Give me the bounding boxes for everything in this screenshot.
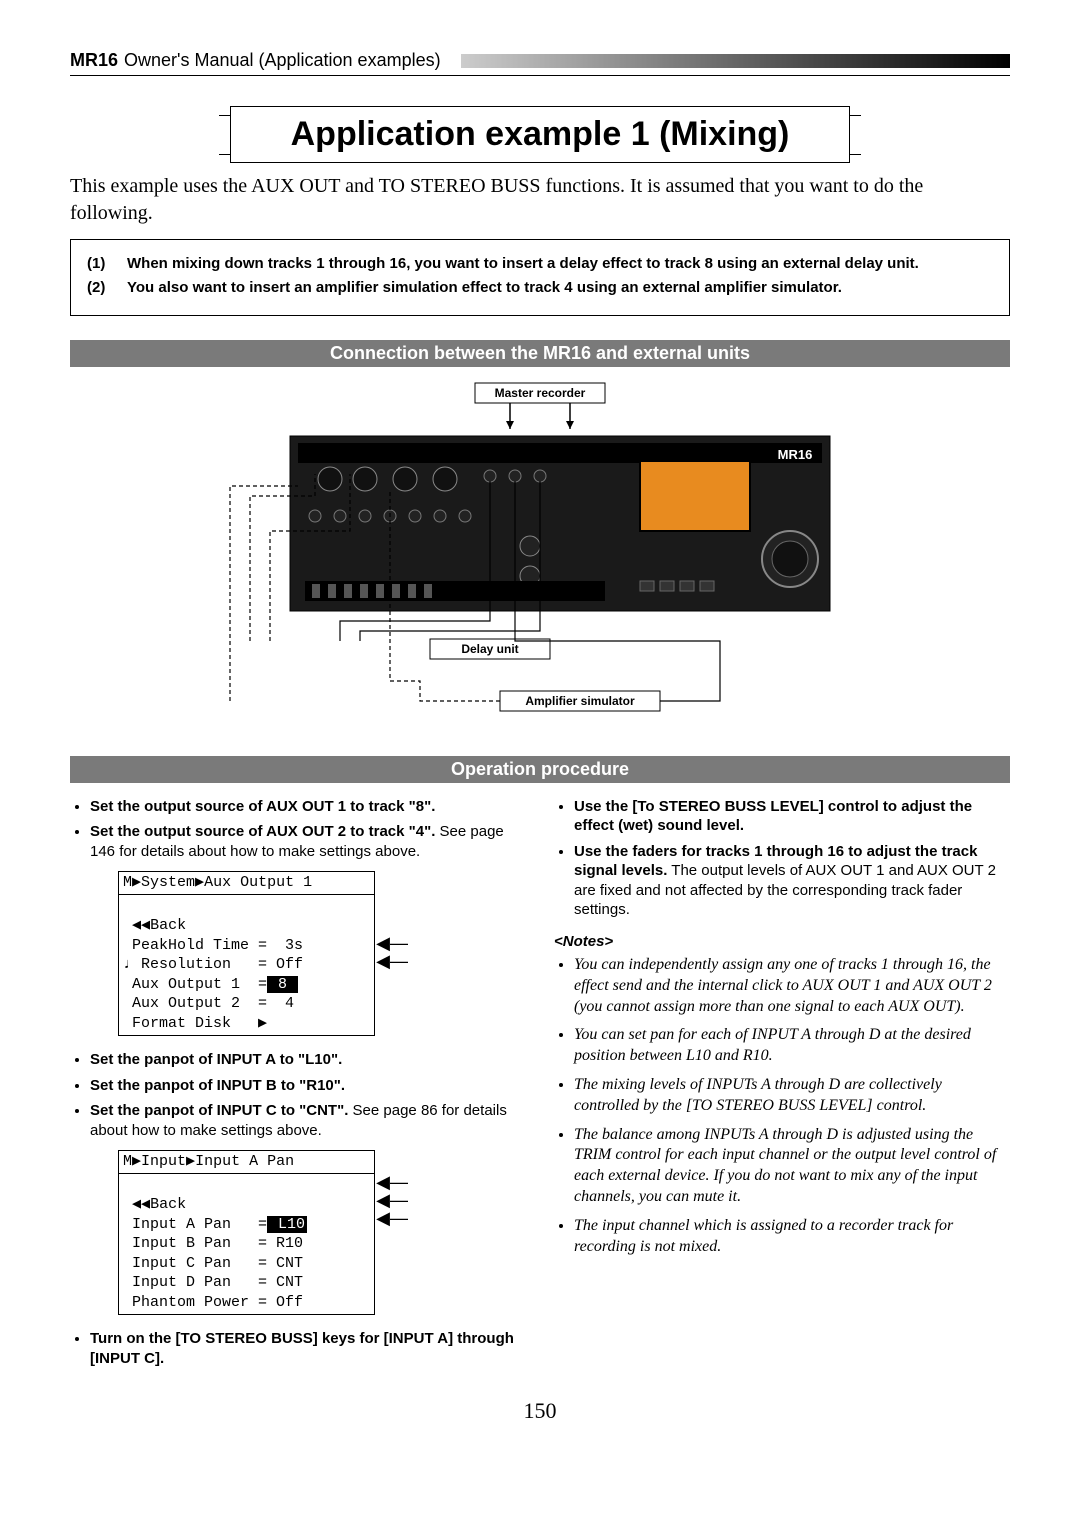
proc-item: Set the panpot of INPUT C to "CNT". See … — [90, 1101, 526, 1140]
proc-item: Set the panpot of INPUT A to "L10". — [90, 1050, 526, 1070]
assumption-2: (2) You also want to insert an amplifier… — [87, 278, 993, 298]
arrow-left-icon: ◀— — [376, 1191, 408, 1209]
title-connector-left — [219, 115, 231, 155]
header-gradient — [461, 54, 1010, 68]
proc-item: Set the panpot of INPUT B to "R10". — [90, 1076, 526, 1096]
connection-diagram: Master recorder MR16 — [70, 381, 1010, 736]
proc-text: Set the panpot of INPUT A to "L10". — [90, 1051, 342, 1068]
lcd-line: Aux Output 1 = — [123, 976, 267, 993]
lcd-line: Input C Pan = CNT — [123, 1255, 303, 1272]
lcd-line: ◀◀Back — [123, 1196, 186, 1213]
assumption-2-text: You also want to insert an amplifier sim… — [127, 278, 842, 298]
note-item: You can set pan for each of INPUT A thro… — [574, 1025, 1010, 1067]
page-header: MR16 Owner's Manual (Application example… — [70, 50, 1010, 71]
arrow-left-icon: ◀— — [376, 934, 408, 952]
lcd-line: ♩ Resolution = Off — [123, 956, 303, 973]
diagram-svg: Master recorder MR16 — [220, 381, 860, 731]
proc-text: Turn on the [TO STEREO BUSS] keys for [I… — [90, 1330, 514, 1367]
assumption-2-num: (2) — [87, 278, 127, 298]
page-title: Application example 1 (Mixing) — [291, 115, 790, 153]
assumption-1-num: (1) — [87, 254, 127, 274]
section-connection: Connection between the MR16 and external… — [70, 340, 1010, 367]
lcd-line: ◀◀Back — [123, 917, 186, 934]
intro-text: This example uses the AUX OUT and TO STE… — [70, 173, 1010, 227]
arrow-left-icon: ◀— — [376, 952, 408, 970]
section-operation: Operation procedure — [70, 756, 1010, 783]
proc-text: Set the panpot of INPUT C to "CNT". — [90, 1102, 348, 1119]
note-item: The mixing levels of INPUTs A through D … — [574, 1075, 1010, 1117]
arrow-left-icon: ◀— — [376, 1173, 408, 1191]
arrow-left-icon: ◀— — [376, 1209, 408, 1227]
proc-item: Use the [To STEREO BUSS LEVEL] control t… — [574, 797, 1010, 836]
proc-item: Set the output source of AUX OUT 2 to tr… — [90, 822, 526, 861]
notes-heading: <Notes> — [554, 932, 1010, 952]
amp-sim-label: Amplifier simulator — [525, 694, 635, 708]
proc-text: Set the panpot of INPUT B to "R10". — [90, 1077, 345, 1094]
proc-item: Use the faders for tracks 1 through 16 t… — [574, 842, 1010, 920]
proc-text: Set the output source of AUX OUT 2 to tr… — [90, 823, 435, 840]
note-item: The balance among INPUTs A through D is … — [574, 1125, 1010, 1208]
note-item: The input channel which is assigned to a… — [574, 1216, 1010, 1258]
delay-unit-label: Delay unit — [461, 642, 518, 656]
lcd-line: Input A Pan = — [123, 1216, 267, 1233]
lcd-screenshot-aux: M▶System▶Aux Output 1 ◀◀Back PeakHold Ti… — [118, 871, 375, 1036]
proc-item: Turn on the [TO STEREO BUSS] keys for [I… — [90, 1329, 526, 1368]
left-column: Set the output source of AUX OUT 1 to tr… — [70, 797, 526, 1375]
lcd-title: M▶System▶Aux Output 1 — [119, 872, 374, 895]
lcd-highlight: 8 — [267, 976, 298, 993]
title-box: Application example 1 (Mixing) — [230, 106, 850, 163]
lcd-line: Format Disk ▶ — [123, 1015, 267, 1032]
assumptions-box: (1) When mixing down tracks 1 through 16… — [70, 239, 1010, 316]
header-rule — [70, 75, 1010, 76]
assumption-1-text: When mixing down tracks 1 through 16, yo… — [127, 254, 919, 274]
assumption-1: (1) When mixing down tracks 1 through 16… — [87, 254, 993, 274]
master-recorder-label: Master recorder — [495, 386, 586, 400]
note-item: You can independently assign any one of … — [574, 955, 1010, 1017]
lcd-line: Aux Output 2 = 4 — [123, 995, 294, 1012]
page-number: 150 — [70, 1398, 1010, 1424]
proc-text: Use the [To STEREO BUSS LEVEL] control t… — [574, 798, 972, 835]
proc-item: Set the output source of AUX OUT 1 to tr… — [90, 797, 526, 817]
title-connector-right — [849, 115, 861, 155]
lcd-line: Phantom Power = Off — [123, 1294, 303, 1311]
header-subtitle: Owner's Manual (Application examples) — [124, 50, 441, 71]
lcd-screenshot-pan: M▶Input▶Input A Pan ◀◀Back Input A Pan =… — [118, 1150, 375, 1315]
lcd-title: M▶Input▶Input A Pan — [119, 1151, 374, 1174]
proc-text: Set the output source of AUX OUT 1 to tr… — [90, 798, 435, 815]
lcd-highlight: L10 — [267, 1216, 307, 1233]
lcd-line: PeakHold Time = 3s — [123, 937, 303, 954]
lcd-line: Input D Pan = CNT — [123, 1274, 303, 1291]
device-brand: MR16 — [778, 447, 813, 462]
model-label: MR16 — [70, 50, 118, 71]
lcd-line: Input B Pan = R10 — [123, 1235, 303, 1252]
right-column: Use the [To STEREO BUSS LEVEL] control t… — [554, 797, 1010, 1375]
